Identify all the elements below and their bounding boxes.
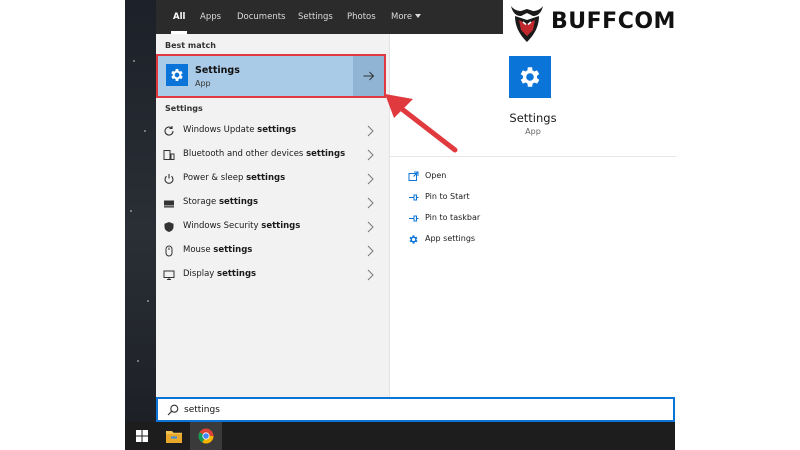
- result-detail-pane: Settings App Open Pin to Start Pin to ta…: [389, 34, 676, 397]
- logo-wordmark: BUFFCOM: [551, 9, 676, 34]
- settings-result-label: Display settings: [183, 269, 257, 279]
- search-input[interactable]: [184, 402, 654, 417]
- settings-result-windows-update[interactable]: Windows Update settings: [156, 119, 389, 143]
- detail-app-type: App: [525, 127, 541, 136]
- chevron-right-icon: [367, 245, 374, 257]
- settings-section-heading: Settings: [165, 104, 203, 113]
- devices-icon: [163, 149, 175, 161]
- settings-result-label: Windows Security settings: [183, 221, 301, 231]
- pin-icon: [409, 215, 419, 222]
- gear-icon: [509, 56, 551, 98]
- settings-result-label: Mouse settings: [183, 245, 253, 255]
- settings-result-label: Windows Update settings: [183, 125, 297, 135]
- open-icon: [408, 171, 419, 181]
- settings-result-bluetooth[interactable]: Bluetooth and other devices settings: [156, 143, 389, 167]
- arrow-right-icon: [363, 71, 374, 81]
- best-match-heading: Best match: [165, 41, 216, 50]
- start-button[interactable]: [126, 422, 158, 450]
- detail-app-name: Settings: [509, 111, 557, 125]
- settings-result-label: Power & sleep settings: [183, 173, 286, 183]
- open-result-arrow-button[interactable]: [353, 56, 384, 96]
- action-open-label: Open: [425, 171, 447, 180]
- search-box[interactable]: [156, 397, 675, 422]
- action-pin-to-start-label: Pin to Start: [425, 192, 470, 201]
- settings-result-power-sleep[interactable]: Power & sleep settings: [156, 167, 389, 191]
- power-icon: [163, 173, 175, 185]
- chevron-right-icon: [367, 125, 374, 137]
- chrome-button[interactable]: [190, 422, 222, 450]
- gear-icon: [166, 64, 188, 86]
- start-search-panel: All Apps Documents Settings Photos More …: [156, 0, 676, 397]
- mouse-icon: [163, 245, 175, 257]
- chevron-right-icon: [367, 269, 374, 281]
- buffcom-logo: BUFFCOM: [503, 0, 675, 44]
- chevron-right-icon: [367, 221, 374, 233]
- detail-divider: [390, 156, 676, 157]
- best-match-result[interactable]: Settings App: [156, 54, 386, 98]
- shield-icon: [163, 221, 175, 233]
- best-match-subtitle: App: [195, 79, 211, 88]
- tab-all[interactable]: All: [170, 0, 188, 34]
- settings-result-label: Storage settings: [183, 197, 259, 207]
- display-icon: [163, 269, 175, 281]
- settings-result-windows-security[interactable]: Windows Security settings: [156, 215, 389, 239]
- folder-icon: [166, 430, 182, 443]
- pin-icon: [409, 194, 419, 201]
- gear-icon: [409, 235, 418, 244]
- chevron-right-icon: [367, 149, 374, 161]
- windows-logo-icon: [136, 430, 148, 442]
- best-match-title: Settings: [195, 65, 240, 76]
- taskbar: [125, 422, 675, 450]
- action-app-settings-label: App settings: [425, 234, 476, 243]
- chevron-down-icon: [415, 14, 422, 18]
- results-list: Best match Settings App Settings Windows…: [156, 34, 389, 397]
- storage-icon: [163, 197, 175, 209]
- bull-head-logo-icon: [511, 6, 543, 42]
- settings-result-display[interactable]: Display settings: [156, 263, 389, 287]
- tab-more-label: More: [391, 12, 413, 22]
- tab-apps[interactable]: Apps: [200, 0, 221, 34]
- search-icon: [167, 404, 179, 416]
- action-pin-to-taskbar-label: Pin to taskbar: [425, 213, 481, 222]
- settings-result-label: Bluetooth and other devices settings: [183, 149, 346, 159]
- tab-more[interactable]: More: [391, 0, 422, 34]
- settings-result-storage[interactable]: Storage settings: [156, 191, 389, 215]
- file-explorer-button[interactable]: [158, 422, 190, 450]
- settings-result-mouse[interactable]: Mouse settings: [156, 239, 389, 263]
- tab-documents[interactable]: Documents: [237, 0, 285, 34]
- chrome-icon: [198, 428, 214, 444]
- screenshot-stage: All Apps Documents Settings Photos More …: [0, 0, 800, 450]
- tab-settings[interactable]: Settings: [298, 0, 333, 34]
- chevron-right-icon: [367, 173, 374, 185]
- tab-photos[interactable]: Photos: [347, 0, 376, 34]
- refresh-icon: [163, 125, 175, 137]
- chevron-right-icon: [367, 197, 374, 209]
